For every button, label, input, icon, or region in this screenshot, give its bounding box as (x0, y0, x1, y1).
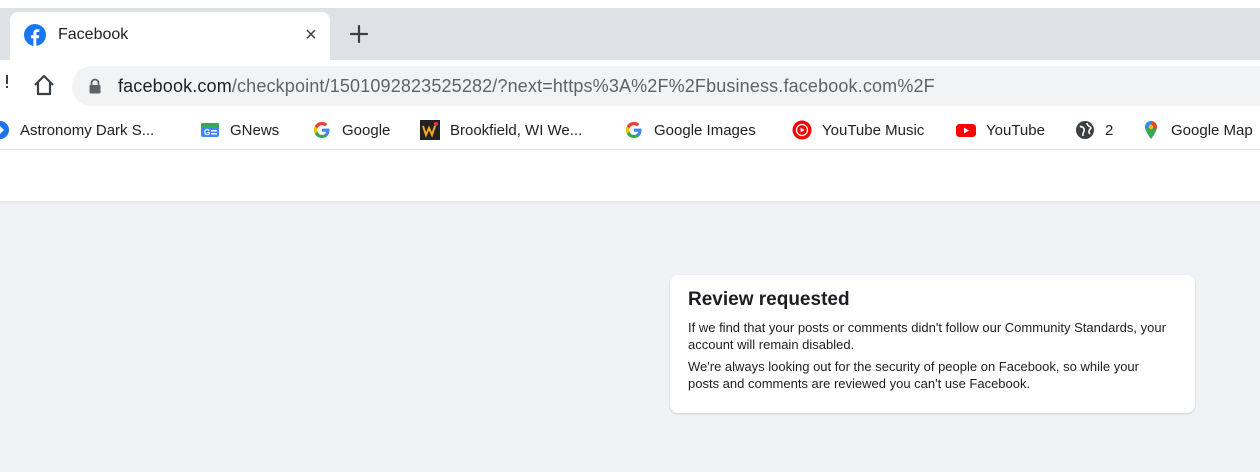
bookmark-2[interactable]: 2 (1075, 118, 1113, 142)
youtube-icon (956, 124, 976, 137)
url-domain: facebook.com (118, 76, 232, 96)
google-maps-icon (1145, 121, 1157, 139)
google-icon (626, 122, 642, 138)
svg-text:G: G (204, 128, 210, 137)
url-text: facebook.com/checkpoint/1501092823525282… (118, 76, 935, 97)
bookmark-brookfield-weather[interactable]: Brookfield, WI We... (420, 118, 582, 142)
tab-strip: Facebook × (0, 0, 1260, 60)
card-paragraph-disabled: If we find that your posts or comments d… (688, 320, 1166, 352)
astronomy-icon (0, 121, 9, 139)
card-title: Review requested (688, 289, 850, 310)
bookmark-google-images[interactable]: Google Images (624, 118, 756, 142)
bookmark-youtube[interactable]: YouTube (956, 118, 1045, 142)
lock-icon[interactable] (88, 78, 102, 94)
close-tab-icon[interactable]: × (300, 24, 322, 46)
facebook-header-bar (0, 151, 1260, 201)
bookmark-label: YouTube (986, 121, 1045, 139)
weather-icon (420, 120, 440, 140)
browser-toolbar: facebook.com/checkpoint/1501092823525282… (0, 60, 1260, 110)
bookmark-label: Google (342, 121, 391, 139)
bookmark-label: Astronomy Dark S... (20, 121, 155, 139)
page-content: Review requested If we find that your po… (0, 205, 1260, 472)
address-bar[interactable]: facebook.com/checkpoint/1501092823525282… (72, 66, 1260, 106)
bookmark-label: Google Images (654, 121, 756, 139)
card-paragraph-security: We're always looking out for the securit… (688, 359, 1139, 391)
bookmark-label: GNews (230, 121, 280, 139)
url-path: /checkpoint/1501092823525282/?next=https… (231, 76, 935, 96)
bookmark-google-maps[interactable]: Google Map (1141, 118, 1253, 142)
google-icon (314, 122, 330, 138)
review-requested-card: Review requested If we find that your po… (670, 275, 1195, 413)
bookmark-label: YouTube Music (822, 121, 925, 139)
bookmark-label: Brookfield, WI We... (450, 121, 583, 139)
tab-facebook[interactable]: Facebook × (10, 12, 330, 60)
bookmark-label: Google Map (1171, 121, 1253, 139)
bookmark-label: 2 (1105, 121, 1114, 139)
facebook-icon (24, 24, 46, 46)
bookmark-google[interactable]: Google (312, 118, 390, 142)
window-top-edge (0, 0, 1260, 8)
youtube-music-icon (792, 120, 812, 140)
home-icon[interactable] (31, 72, 57, 98)
bookmark-astronomy[interactable]: Astronomy Dark S... (0, 118, 154, 142)
globe-icon (1076, 121, 1094, 139)
bookmarks-bar: Astronomy Dark S... G GNews Google Brook… (0, 110, 1260, 150)
tab-title: Facebook (58, 26, 129, 43)
gnews-icon: G (201, 123, 219, 137)
bookmark-youtube-music[interactable]: YouTube Music (792, 118, 924, 142)
bookmark-gnews[interactable]: G GNews (200, 118, 279, 142)
new-tab-plus-icon[interactable] (346, 21, 372, 47)
truncated-button-icon (6, 75, 8, 88)
